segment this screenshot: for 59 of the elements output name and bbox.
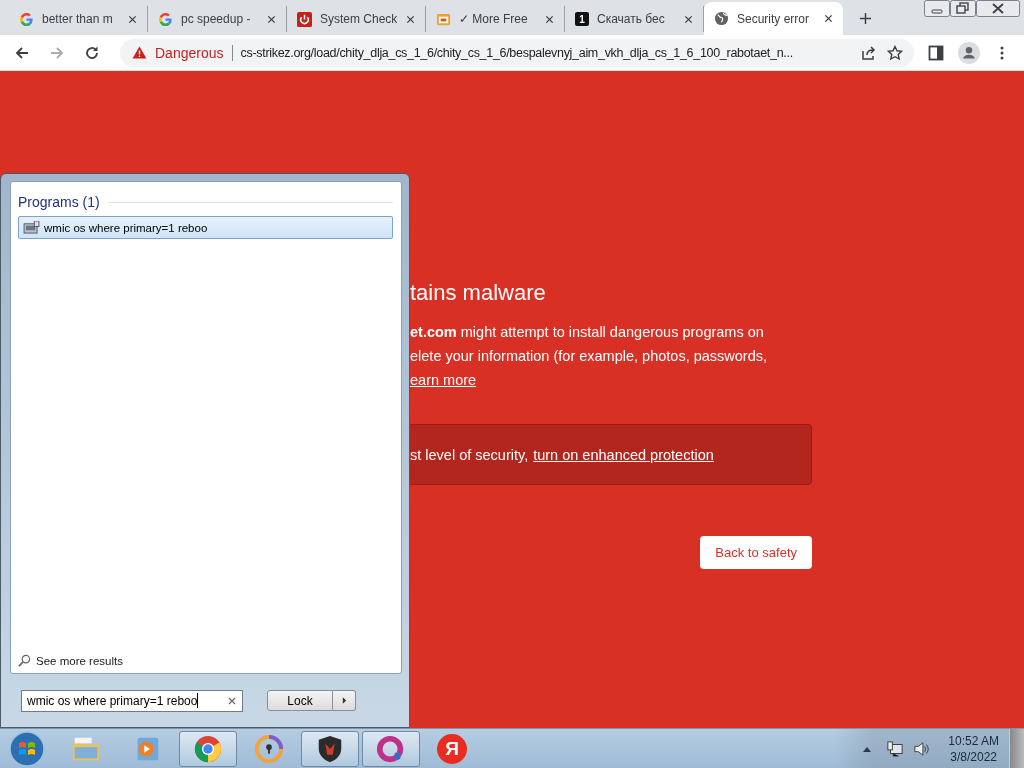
share-icon[interactable]	[861, 44, 877, 61]
new-tab-icon[interactable]	[859, 12, 872, 25]
profile-icon[interactable]	[958, 41, 980, 64]
program-icon	[23, 221, 40, 234]
ring-icon	[376, 733, 406, 764]
network-icon[interactable]	[886, 740, 905, 757]
close-icon[interactable]	[824, 14, 833, 23]
lock-button[interactable]: Lock	[267, 690, 333, 711]
clock-date: 3/8/2022	[950, 748, 997, 765]
power-options-button[interactable]	[333, 690, 356, 711]
restore-icon[interactable]	[950, 0, 976, 17]
protection-text: st level of security,	[410, 446, 529, 463]
power-icon	[297, 11, 312, 27]
close-icon[interactable]	[545, 14, 554, 24]
back-to-safety-button[interactable]: Back to safety	[700, 536, 812, 569]
security-label: Dangerous	[155, 44, 224, 61]
side-panel-icon[interactable]	[928, 44, 944, 61]
browser-tab[interactable]: System Check	[287, 6, 426, 32]
clear-icon[interactable]	[228, 696, 236, 705]
close-icon[interactable]	[267, 14, 276, 24]
address-bar[interactable]: Dangerous cs-strikez.org/load/chity_dlja_cs_1_6/chity_cs_1_6/bespalevnyj_aim_vkh_dlja_cs_1_6_100_rabotaet_n...	[120, 38, 914, 67]
url-text: cs-strikez.org/load/chity_dlja_cs_1_6/chity_cs_1_6/bespalevnyj_aim_vkh_dlja_cs_1_6_100_rabotaet_n...	[240, 45, 794, 60]
chrome-icon	[193, 733, 223, 764]
taskbar-button[interactable]	[301, 730, 359, 767]
arrow-icon	[341, 697, 347, 704]
close-icon[interactable]	[684, 14, 693, 24]
warning-heading: tains malware	[410, 279, 547, 307]
taskbar-button[interactable]: Я	[423, 730, 481, 767]
star-icon[interactable]	[887, 44, 903, 61]
search-field[interactable]: wmic os where primary=1 reboo	[21, 689, 243, 712]
close-icon[interactable]	[976, 0, 1020, 17]
learn-more-link[interactable]: earn more	[410, 372, 477, 388]
yandex-icon: Я	[437, 733, 467, 764]
browser-tab[interactable]: pc speedup -	[148, 6, 287, 32]
warning-icon	[132, 46, 147, 59]
warning-text: elete your information (for example, photos, passwords,	[410, 347, 769, 366]
see-more-results-link[interactable]: See more results	[18, 654, 393, 667]
clock-time: 10:52 AM	[948, 732, 999, 749]
browser-tab[interactable]: ✓ More Free	[426, 6, 565, 32]
lock-icon	[254, 733, 284, 764]
speaker-icon[interactable]	[913, 740, 932, 757]
section-heading: Programs (1)	[18, 194, 100, 210]
browser-tab[interactable]: better than m	[9, 6, 148, 32]
start-button[interactable]	[9, 730, 45, 767]
reload-icon[interactable]	[84, 44, 100, 61]
browser-tab[interactable]: Security error	[704, 2, 843, 35]
minimize-icon[interactable]	[924, 0, 950, 17]
globe-icon	[714, 11, 729, 26]
google-icon	[158, 11, 173, 27]
back-icon[interactable]	[14, 44, 30, 61]
warning-text: et.com might attempt to install dangerous programs on	[410, 323, 765, 342]
close-icon[interactable]	[128, 14, 137, 24]
close-icon[interactable]	[406, 14, 415, 24]
tab-favicon: 1	[575, 12, 589, 26]
search-icon	[18, 654, 31, 667]
search-result[interactable]: wmic os where primary=1 reboo	[18, 216, 393, 239]
google-icon	[19, 11, 34, 27]
enhanced-protection-link[interactable]: turn on enhanced protection	[533, 446, 714, 463]
toolbox-icon	[436, 11, 451, 27]
